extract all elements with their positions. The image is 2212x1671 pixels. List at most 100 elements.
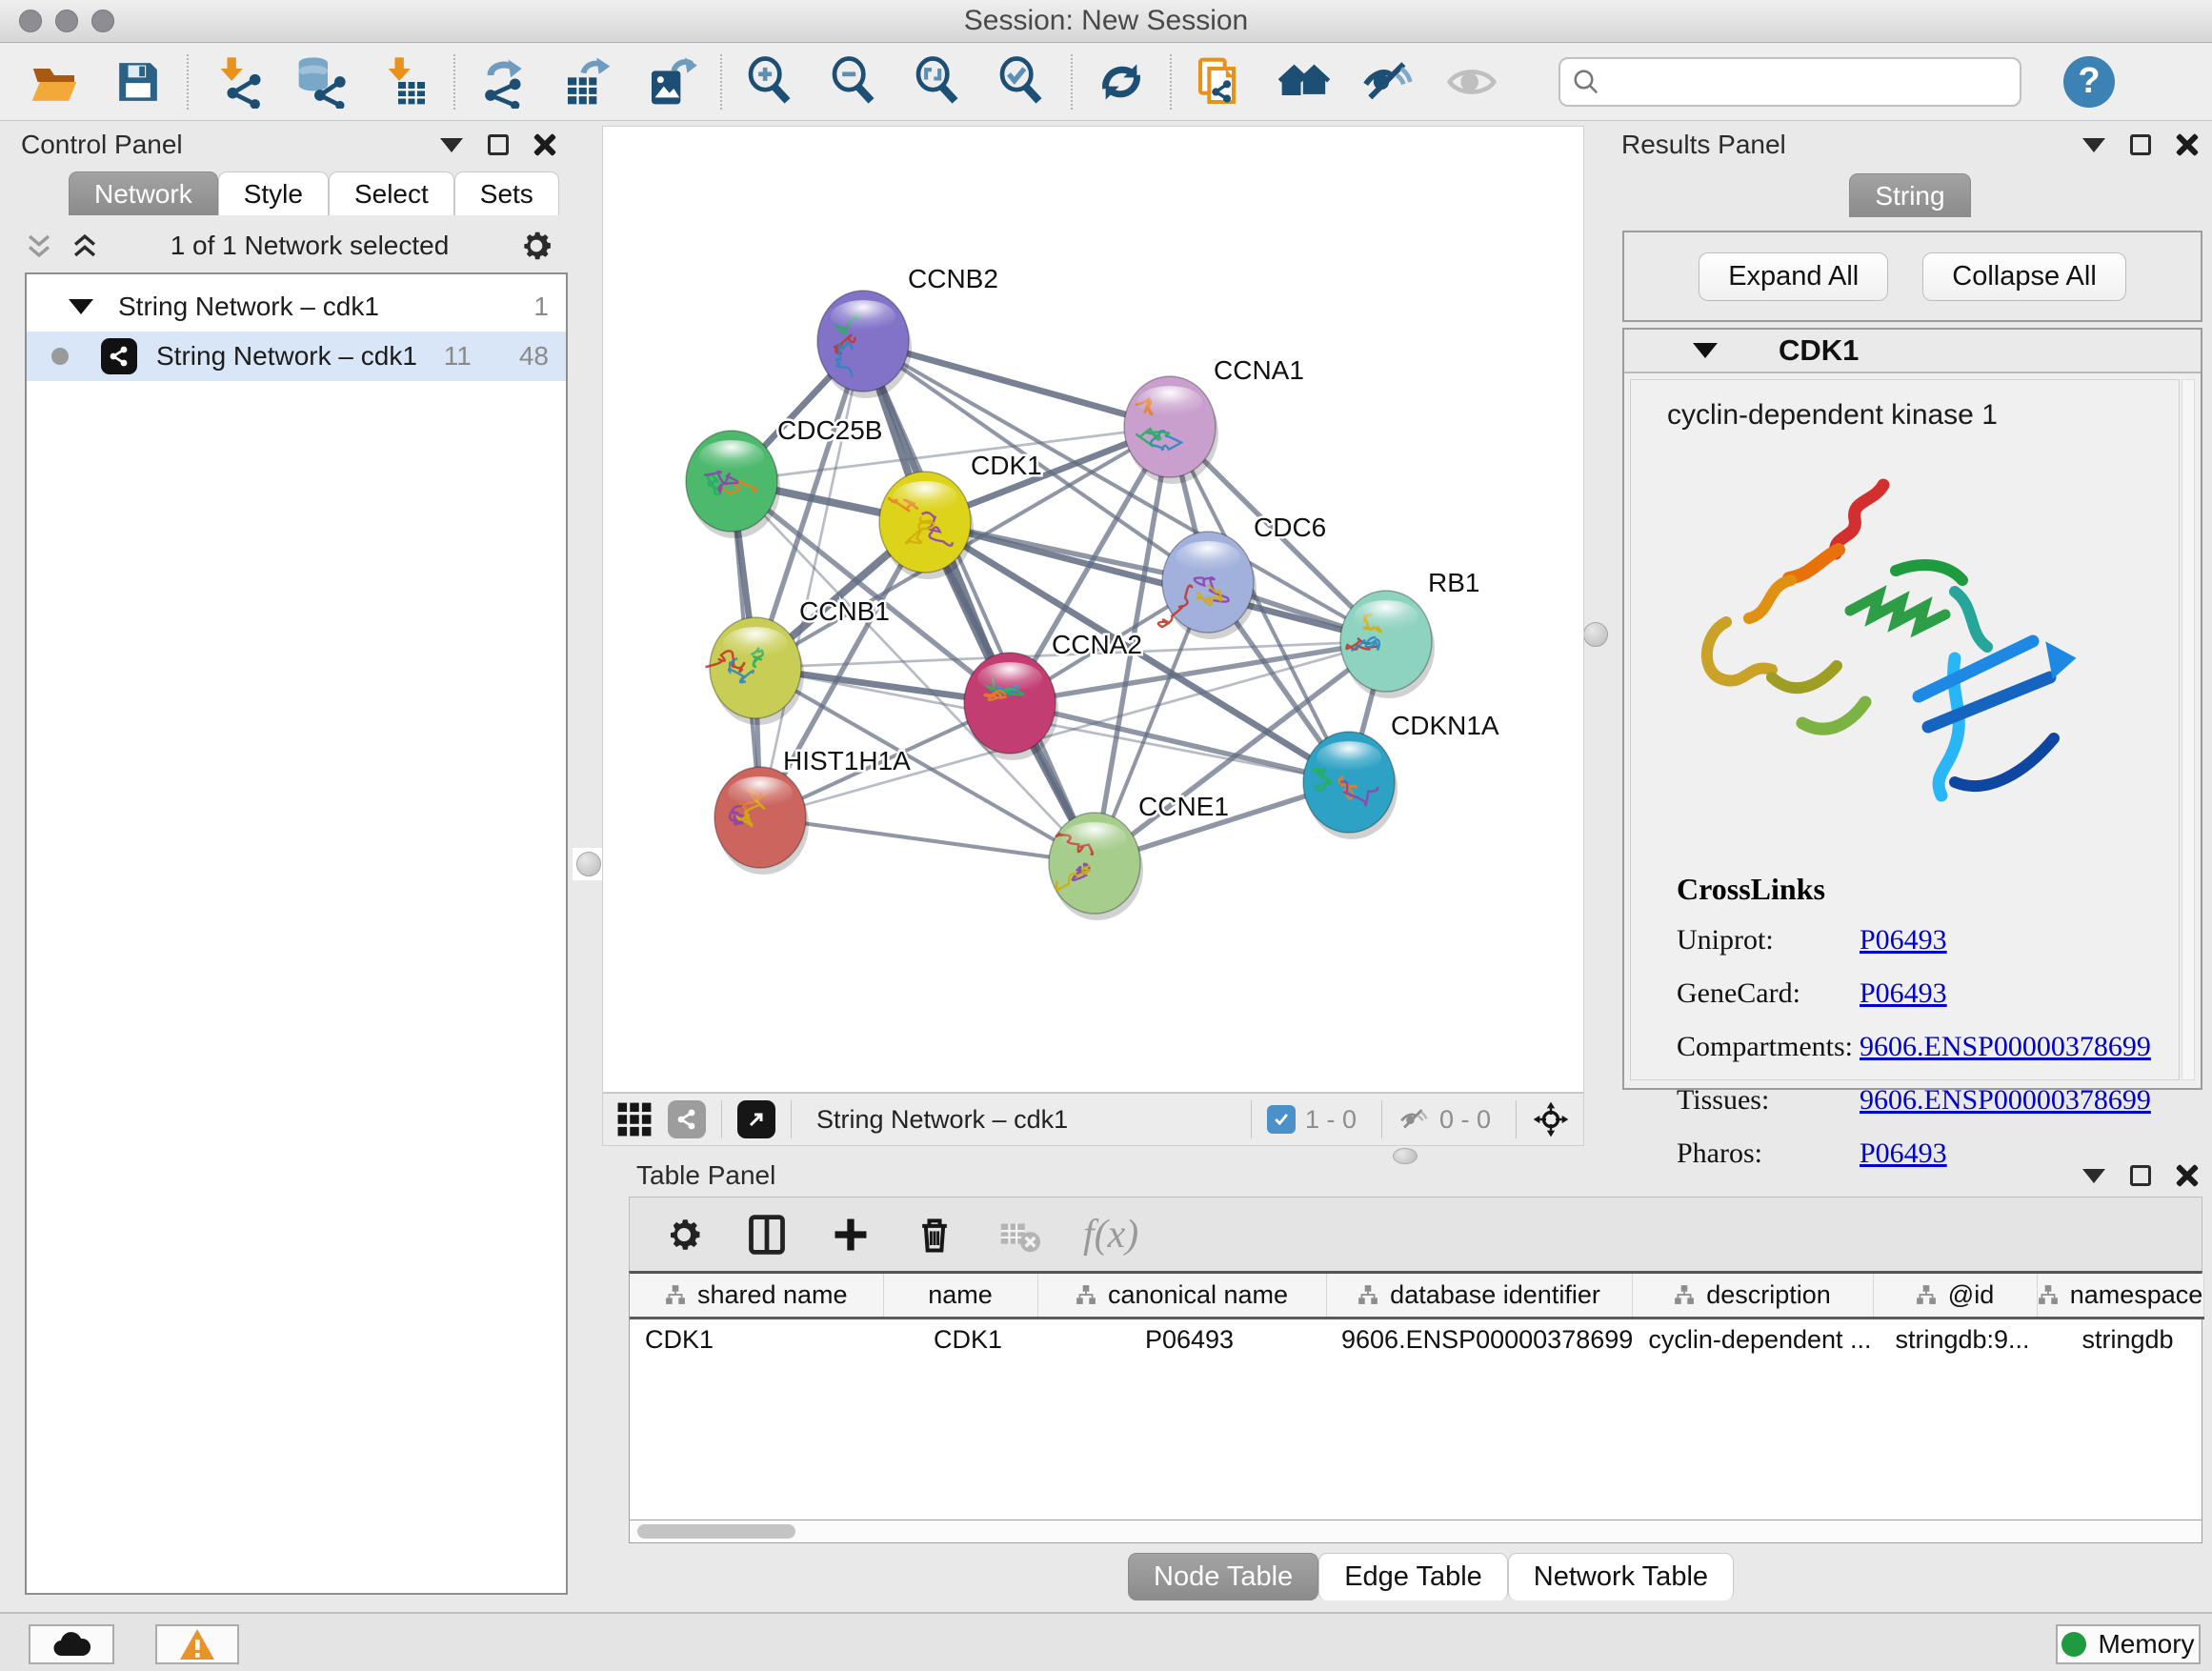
column-header[interactable]: @id	[1873, 1274, 2037, 1318]
cell-id[interactable]: stringdb:9...	[1873, 1318, 2037, 1361]
cell-namespace[interactable]: stringdb	[2037, 1318, 2203, 1361]
table-options-gear-icon[interactable]	[664, 1215, 704, 1255]
network-current-dot	[51, 348, 69, 365]
zoom-fit-icon[interactable]	[909, 52, 968, 111]
crosslink-link[interactable]: 9606.ENSP00000378699	[1860, 1031, 2151, 1063]
network-view-title: String Network – cdk1	[816, 1105, 1068, 1135]
section-expand-icon[interactable]	[1693, 343, 1718, 358]
tab-edge-table[interactable]: Edge Table	[1318, 1553, 1508, 1601]
cloud-services-button[interactable]	[29, 1624, 114, 1664]
network-view-canvas[interactable]: CCNB2CCNA1CDC25BCDK1CDC6RB1CCNB1CCNA2CDK…	[602, 126, 1584, 1093]
table-horizontal-scrollbar[interactable]	[629, 1520, 2202, 1543]
cell-canonical-name[interactable]: P06493	[1037, 1318, 1326, 1361]
node-label: HIST1H1A	[783, 746, 911, 775]
panel-menu-icon[interactable]	[2082, 138, 2105, 152]
expand-all-button[interactable]: Expand All	[1699, 252, 1888, 301]
panel-close-icon[interactable]	[2176, 133, 2199, 156]
cell-description[interactable]: cyclin-dependent ...	[1632, 1318, 1873, 1361]
window-close-button[interactable]	[19, 10, 42, 32]
save-session-icon[interactable]	[109, 52, 168, 111]
panel-float-icon[interactable]	[2130, 1165, 2151, 1186]
scrollbar-thumb[interactable]	[637, 1524, 795, 1539]
collection-expand-icon[interactable]	[69, 299, 93, 314]
show-columns-icon[interactable]	[746, 1214, 788, 1256]
node-label: CCNB2	[908, 264, 998, 293]
column-header[interactable]: description	[1632, 1274, 1873, 1318]
toolbar-separator	[791, 1100, 792, 1138]
crosslink-link[interactable]: P06493	[1860, 977, 1947, 1010]
tab-network[interactable]: Network	[69, 171, 218, 215]
left-splitter-handle[interactable]	[573, 848, 605, 880]
help-icon[interactable]: ?	[2063, 56, 2115, 108]
right-splitter-handle[interactable]	[1583, 622, 1608, 647]
collapse-all-networks-icon[interactable]	[23, 230, 55, 262]
tab-node-table[interactable]: Node Table	[1128, 1553, 1318, 1601]
export-table-icon[interactable]	[558, 52, 617, 111]
search-input[interactable]	[1600, 67, 2008, 96]
zoom-selected-icon[interactable]	[993, 52, 1052, 111]
expand-all-networks-icon[interactable]	[69, 230, 101, 262]
clone-network-icon[interactable]	[1191, 52, 1250, 111]
open-session-icon[interactable]	[25, 52, 84, 111]
memory-button[interactable]: Memory	[2056, 1624, 2201, 1664]
selected-items-icon	[1267, 1105, 1296, 1134]
first-neighbors-icon[interactable]	[1275, 52, 1334, 111]
import-table-icon[interactable]	[375, 52, 434, 111]
export-network-icon[interactable]	[474, 52, 533, 111]
tab-select[interactable]: Select	[329, 171, 454, 215]
fit-content-crosshair-icon[interactable]	[1532, 1100, 1570, 1138]
delete-column-icon[interactable]	[914, 1214, 955, 1256]
panel-close-icon[interactable]	[2176, 1164, 2199, 1187]
import-network-icon[interactable]	[208, 52, 267, 111]
hide-selected-icon[interactable]	[1358, 52, 1418, 111]
crosslink-link[interactable]: 9606.ENSP00000378699	[1860, 1084, 2151, 1117]
import-network-from-database-icon[interactable]	[292, 52, 351, 111]
toolbar-separator	[721, 1100, 722, 1138]
warnings-button[interactable]	[155, 1624, 239, 1664]
node-details-body: cyclin-dependent kinase 1	[1630, 379, 2180, 1080]
tab-network-table[interactable]: Network Table	[1508, 1553, 1734, 1601]
tab-style[interactable]: Style	[218, 171, 329, 215]
collapse-all-button[interactable]: Collapse All	[1922, 252, 2126, 301]
network-share-icon[interactable]	[668, 1100, 706, 1138]
search-field[interactable]	[1558, 57, 2021, 107]
network-row-selected[interactable]: String Network – cdk1 11 48	[27, 332, 566, 381]
results-scrollbar[interactable]	[2182, 379, 2195, 1080]
panel-float-icon[interactable]	[488, 134, 509, 155]
table-row[interactable]: CDK1 CDK1 P06493 9606.ENSP00000378699 cy…	[630, 1318, 2203, 1361]
toolbar-separator	[453, 54, 455, 110]
detach-view-icon[interactable]	[737, 1100, 775, 1138]
tab-sets[interactable]: Sets	[454, 171, 559, 215]
network-collection-row[interactable]: String Network – cdk1 1	[27, 282, 566, 332]
column-header[interactable]: shared name	[630, 1274, 883, 1318]
results-panel-title: Results Panel	[1621, 130, 1786, 160]
tab-string[interactable]: String	[1849, 173, 1970, 217]
cell-database-identifier[interactable]: 9606.ENSP00000378699	[1326, 1318, 1632, 1361]
column-header[interactable]: canonical name	[1037, 1274, 1326, 1318]
column-header[interactable]: database identifier	[1326, 1274, 1632, 1318]
apply-layout-icon[interactable]	[1092, 52, 1151, 111]
column-header[interactable]: namespace	[2037, 1274, 2203, 1318]
panel-float-icon[interactable]	[2130, 134, 2151, 155]
zoom-in-icon[interactable]	[741, 52, 800, 111]
window-minimize-button[interactable]	[55, 10, 78, 32]
window-zoom-button[interactable]	[91, 10, 114, 32]
node-label: CCNB1	[799, 596, 890, 626]
cell-shared-name[interactable]: CDK1	[630, 1318, 883, 1361]
shared-column-icon	[2038, 1284, 2059, 1305]
crosslink-link[interactable]: P06493	[1860, 924, 1947, 956]
table-header-row: shared name name canonical name database…	[630, 1274, 2203, 1318]
grid-view-icon[interactable]	[616, 1101, 653, 1137]
add-column-icon[interactable]	[830, 1214, 872, 1256]
zoom-out-icon[interactable]	[825, 52, 884, 111]
network-options-gear-icon[interactable]	[518, 228, 554, 264]
export-image-icon[interactable]	[642, 52, 701, 111]
panel-menu-icon[interactable]	[440, 138, 463, 152]
column-header[interactable]: name	[883, 1274, 1037, 1318]
panel-close-icon[interactable]	[533, 133, 556, 156]
node-details-header[interactable]: CDK1	[1624, 330, 2201, 373]
crosslink-label: GeneCard:	[1677, 977, 1860, 1010]
panel-menu-icon[interactable]	[2082, 1169, 2105, 1183]
node-table[interactable]: shared name name canonical name database…	[629, 1271, 2202, 1520]
cell-name[interactable]: CDK1	[883, 1318, 1037, 1361]
